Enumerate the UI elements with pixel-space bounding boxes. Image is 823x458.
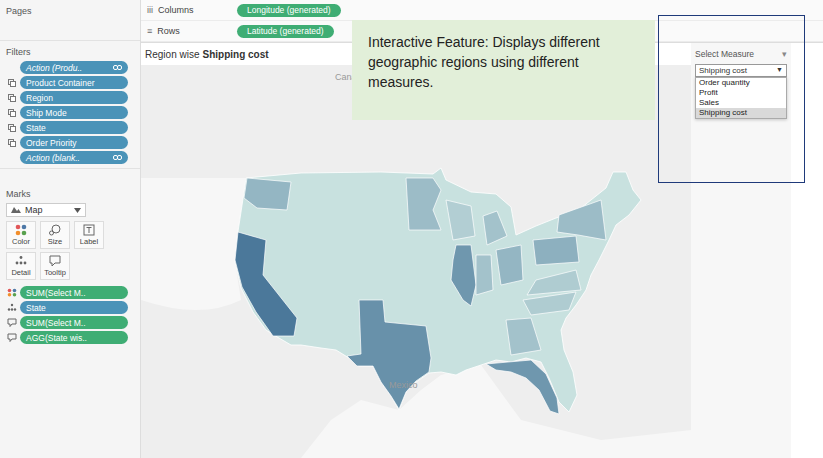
shelf-icon: ≡ <box>147 26 152 36</box>
state-shape[interactable] <box>523 292 576 315</box>
state-shape[interactable] <box>244 178 291 210</box>
link-icon <box>113 64 122 71</box>
state-shape[interactable] <box>451 245 476 306</box>
filter-row: Action (Produ.. <box>6 61 134 74</box>
marks-title: Marks <box>6 189 134 199</box>
context-icon <box>6 108 17 118</box>
measure-option[interactable]: Order quantity <box>696 78 786 88</box>
context-icon <box>6 138 17 148</box>
mark-button[interactable]: Tooltip <box>40 252 70 280</box>
mark-field-row: SUM(Select M.. <box>6 316 134 329</box>
filters-title: Filters <box>6 47 134 57</box>
map-label: Mexico <box>389 380 418 390</box>
shelf-icon: iii <box>147 5 153 15</box>
shelf-row: iii Columns Longitude (generated) <box>141 0 823 21</box>
country-shape <box>235 168 641 412</box>
mark-button[interactable]: Size <box>40 221 70 249</box>
mark-field-row: SUM(Select M.. <box>6 286 134 299</box>
context-icon <box>6 78 17 88</box>
state-shape[interactable] <box>476 255 493 295</box>
filter-row: Order Priority <box>6 136 134 149</box>
state-shape[interactable] <box>557 200 606 240</box>
shelf-label: iii Columns <box>141 5 237 15</box>
tooltip-icon <box>48 255 62 267</box>
state-shape[interactable] <box>527 270 581 295</box>
state-shape[interactable] <box>446 200 475 240</box>
filter-row: Ship Mode <box>6 106 134 119</box>
side-panel: Pages Filters Action (Produ.. Product Co… <box>0 0 141 458</box>
dropdown-icon <box>74 208 81 213</box>
shelf-pill[interactable]: Longitude (generated) <box>237 4 341 17</box>
measure-option[interactable]: Profit <box>696 88 786 98</box>
context-icon <box>6 123 17 133</box>
mark-type-value: Map <box>25 205 43 215</box>
color-icon <box>14 224 28 236</box>
mark-field-pill[interactable]: State <box>20 301 128 314</box>
parameter-title: Select Measure▾ <box>695 49 787 59</box>
mark-field-row: AGG(State wis.. <box>6 331 134 344</box>
mark-button[interactable]: Detail <box>6 252 36 280</box>
state-shape[interactable] <box>506 318 541 355</box>
filter-row: Product Container <box>6 76 134 89</box>
mark-type-dropdown[interactable]: Map <box>6 203 86 217</box>
highlight-frame <box>658 15 805 183</box>
state-shape[interactable] <box>347 300 431 409</box>
detail-icon <box>14 255 28 267</box>
mark-field-pill[interactable]: SUM(Select M.. <box>20 316 128 329</box>
blank-icon <box>6 153 17 163</box>
context-icon <box>6 93 17 103</box>
filter-pill[interactable]: Action (Produ.. <box>20 61 128 74</box>
state-shape[interactable] <box>406 178 441 230</box>
marks-card: Marks Map Color Size Label Detail Toolti… <box>0 169 140 348</box>
annotation-callout: Interactive Feature: Displays different … <box>352 20 655 120</box>
blank-icon <box>6 63 17 73</box>
pages-title: Pages <box>6 6 134 16</box>
label-icon <box>82 224 96 236</box>
filter-pill[interactable]: State <box>20 121 128 134</box>
tableau-window: Pages Filters Action (Produ.. Product Co… <box>0 0 823 458</box>
filters-shelf: Filters Action (Produ.. Product Containe… <box>0 41 140 169</box>
link-icon <box>113 154 122 161</box>
measure-option[interactable]: Shipping cost <box>696 108 786 118</box>
filter-row: Action (blank.. <box>6 151 134 164</box>
mark-button[interactable]: Color <box>6 221 36 249</box>
size-icon <box>48 224 62 236</box>
shelf-pill[interactable]: Latitude (generated) <box>237 25 334 38</box>
detail-icon <box>6 303 17 313</box>
mark-button[interactable]: Label <box>74 221 104 249</box>
measure-option[interactable]: Sales <box>696 98 786 108</box>
map[interactable]: CanaMexico <box>141 65 691 458</box>
state-shape[interactable] <box>496 245 523 285</box>
state-shape[interactable] <box>533 236 579 265</box>
mark-field-row: State <box>6 301 134 314</box>
state-shape[interactable] <box>486 360 559 414</box>
tooltip-icon <box>6 333 17 343</box>
measure-select[interactable]: Shipping cost▼ <box>695 64 787 77</box>
filter-row: State <box>6 121 134 134</box>
parameter-panel: Select Measure▾ Shipping cost▼ Order qua… <box>691 43 791 458</box>
filter-pill[interactable]: Ship Mode <box>20 106 128 119</box>
map-icon <box>11 206 21 214</box>
mark-field-pill[interactable]: SUM(Select M.. <box>20 286 128 299</box>
filter-row: Region <box>6 91 134 104</box>
filter-pill[interactable]: Region <box>20 91 128 104</box>
pages-shelf[interactable]: Pages <box>0 0 140 41</box>
state-shape[interactable] <box>235 232 297 336</box>
shelf-label: ≡ Rows <box>141 26 237 36</box>
filter-pill[interactable]: Order Priority <box>20 136 128 149</box>
filter-pill[interactable]: Product Container <box>20 76 128 89</box>
state-shape[interactable] <box>483 211 507 245</box>
filter-pill[interactable]: Action (blank.. <box>20 151 128 164</box>
color-icon <box>6 288 17 298</box>
measure-menu: Order quantityProfitSalesShipping cost <box>695 77 787 119</box>
tooltip-icon <box>6 318 17 328</box>
mark-field-pill[interactable]: AGG(State wis.. <box>20 331 128 344</box>
